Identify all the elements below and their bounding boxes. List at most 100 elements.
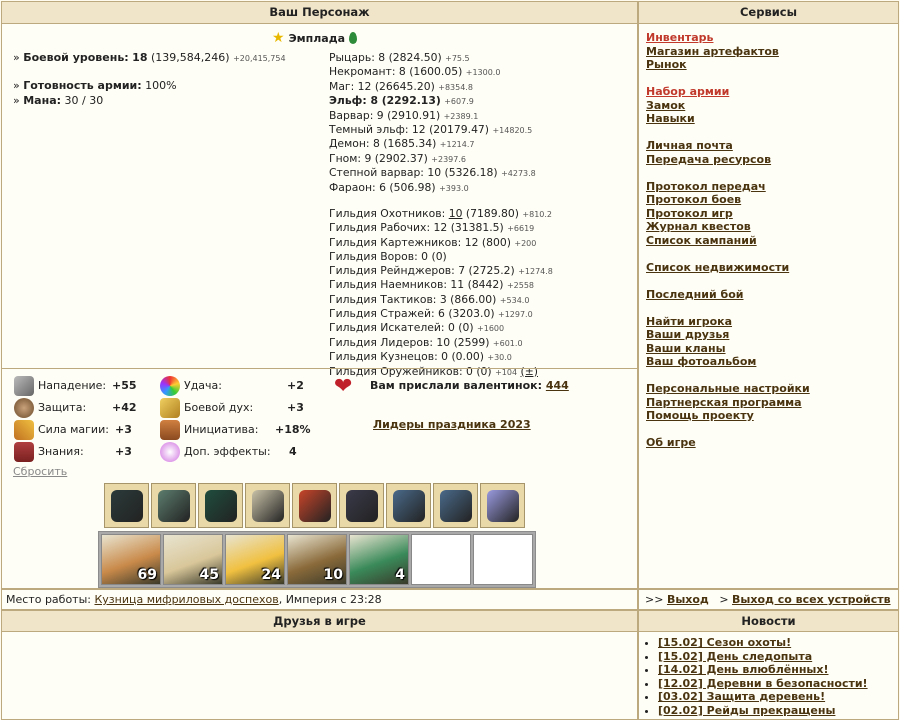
luck-stat: Удача: — [184, 379, 222, 392]
last-battle-link[interactable]: Последний бой — [646, 288, 743, 301]
castle-link[interactable]: Замок — [646, 99, 685, 112]
find-player-link[interactable]: Найти игрока — [646, 315, 732, 328]
equipment-slot[interactable] — [339, 483, 384, 528]
luck-icon — [160, 376, 180, 396]
spellpower-icon — [14, 420, 34, 440]
guild-row: Гильдия Тактиков: 3 (866.00) +534.0 — [329, 292, 530, 306]
army-unit-slot[interactable]: 10 — [287, 534, 347, 585]
faction-row: Фараон: 6 (506.98) +393.0 — [329, 180, 469, 194]
guild-row: Гильдия Охотников: 10 (7189.80) +810.2 — [329, 207, 553, 221]
valentine-count-link[interactable]: 444 — [546, 379, 569, 392]
heart-icon: ❤ — [334, 374, 353, 399]
skills-link[interactable]: Навыки — [646, 112, 695, 125]
hero-name-row: ★ Эмплада — [272, 30, 358, 46]
artifact-icon — [346, 490, 378, 522]
services-header: Сервисы — [638, 1, 899, 24]
unit-count: 69 — [137, 567, 157, 583]
effects-value: 4 — [289, 445, 297, 458]
artifact-shop-link[interactable]: Магазин артефактов — [646, 45, 779, 58]
reset-link[interactable]: Сбросить — [13, 465, 67, 478]
morale-stat: Боевой дух: — [184, 401, 254, 414]
spellpower-value: +3 — [115, 423, 132, 436]
equipment-slot[interactable] — [245, 483, 290, 528]
guild-row: Гильдия Стражей: 6 (3203.0) +1297.0 — [329, 306, 533, 320]
luck-value: +2 — [287, 379, 304, 392]
about-link[interactable]: Об игре — [646, 436, 696, 449]
news-link[interactable]: [14.02] День влюблённых! — [658, 663, 829, 676]
guild-row: Гильдия Искателей: 0 (0) +1600 — [329, 321, 505, 335]
news-link[interactable]: [15.02] День следопыта — [658, 650, 812, 663]
guild-row: Гильдия Картежников: 12 (800) +200 — [329, 235, 537, 249]
log-battles-link[interactable]: Протокол боев — [646, 193, 741, 206]
army-slots: 69 45 24 10 4 — [98, 531, 536, 588]
market-link[interactable]: Рынок — [646, 58, 687, 71]
news-link[interactable]: [03.02] Защита деревень! — [658, 690, 825, 703]
exit-link[interactable]: Выход — [667, 593, 709, 606]
guild-row: Гильдия Лидеров: 10 (2599) +601.0 — [329, 335, 523, 349]
artifact-icon — [487, 490, 519, 522]
inventory-link[interactable]: Инвентарь — [646, 31, 713, 44]
initiative-icon — [160, 420, 180, 440]
help-project-link[interactable]: Помощь проекту — [646, 409, 754, 422]
partner-link[interactable]: Партнерская программа — [646, 396, 802, 409]
army-unit-slot[interactable]: 4 — [349, 534, 409, 585]
spellpower-stat: Сила магии: — [38, 423, 109, 436]
effects-stat: Доп. эффекты: — [184, 445, 271, 458]
army-unit-slot[interactable]: 45 — [163, 534, 223, 585]
equipment-slot[interactable] — [292, 483, 337, 528]
artifact-icon — [158, 490, 190, 522]
news-link[interactable]: [12.02] Деревни в безопасности! — [658, 677, 868, 690]
campaigns-link[interactable]: Список кампаний — [646, 234, 757, 247]
equipment-slot[interactable] — [480, 483, 525, 528]
equipment-slot[interactable] — [198, 483, 243, 528]
mail-link[interactable]: Личная почта — [646, 139, 733, 152]
hero-name: Эмплада — [288, 31, 346, 45]
combat-level-row: » Боевой уровень: 18 (139,584,246) +20,4… — [13, 51, 286, 64]
guild-row: Гильдия Оружейников: 0 (0) +104 (±) — [329, 364, 538, 378]
guild-level-link[interactable]: 10 — [449, 207, 463, 220]
page: Ваш Персонаж ★ Эмплада » Боевой уровень:… — [0, 0, 900, 720]
workplace-link[interactable]: Кузница мифриловых доспехов — [94, 593, 278, 606]
friends-link[interactable]: Ваши друзья — [646, 328, 729, 341]
initiative-value: +18% — [275, 423, 311, 436]
unit-count: 24 — [261, 567, 281, 583]
equipment-slot[interactable] — [386, 483, 431, 528]
knowledge-value: +3 — [115, 445, 132, 458]
photo-album-link[interactable]: Ваш фотоальбом — [646, 355, 756, 368]
attack-stat: Нападение: — [38, 379, 107, 392]
transfer-link[interactable]: Передача ресурсов — [646, 153, 771, 166]
settings-link[interactable]: Персональные настройки — [646, 382, 810, 395]
news-link[interactable]: [02.02] Рейды прекращены — [658, 704, 835, 717]
artifact-icon — [299, 490, 331, 522]
news-link[interactable]: [15.02] Сезон охоты! — [658, 636, 791, 649]
realty-link[interactable]: Список недвижимости — [646, 261, 789, 274]
holiday-leaders-link[interactable]: Лидеры праздника 2023 — [373, 418, 531, 431]
recruit-army-link[interactable]: Набор армии — [646, 85, 729, 98]
army-unit-slot[interactable]: 69 — [101, 534, 161, 585]
guild-row: Гильдия Наемников: 11 (8442) +2558 — [329, 278, 535, 292]
faction-row: Демон: 8 (1685.34) +1214.7 — [329, 137, 475, 151]
clans-link[interactable]: Ваши кланы — [646, 342, 726, 355]
character-header: Ваш Персонаж — [1, 1, 638, 24]
artifact-icon — [252, 490, 284, 522]
equipment-slot[interactable] — [433, 483, 478, 528]
faction-row: Степной варвар: 10 (5326.18) +4273.8 — [329, 166, 536, 180]
equipment-slot[interactable] — [151, 483, 196, 528]
army-unit-slot[interactable]: 24 — [225, 534, 285, 585]
guild-row: Гильдия Воров: 0 (0) — [329, 250, 447, 264]
logout-row: >> Выход > Выход со всех устройств — [638, 589, 899, 610]
log-games-link[interactable]: Протокол игр — [646, 207, 733, 220]
news-header: Новости — [638, 610, 899, 632]
news-item: [03.02] Защита деревень! — [658, 690, 868, 704]
quest-log-link[interactable]: Журнал квестов — [646, 220, 751, 233]
army-unit-slot[interactable] — [473, 534, 533, 585]
artifact-icon — [440, 490, 472, 522]
defense-value: +42 — [112, 401, 137, 414]
army-unit-slot[interactable] — [411, 534, 471, 585]
equipment-slot[interactable] — [104, 483, 149, 528]
friends-panel — [1, 631, 638, 720]
log-transfers-link[interactable]: Протокол передач — [646, 180, 766, 193]
guild-expand-link[interactable]: (±) — [521, 365, 538, 378]
exit-all-link[interactable]: Выход со всех устройств — [732, 593, 891, 606]
faction-row: Темный эльф: 12 (20179.47) +14820.5 — [329, 123, 533, 137]
